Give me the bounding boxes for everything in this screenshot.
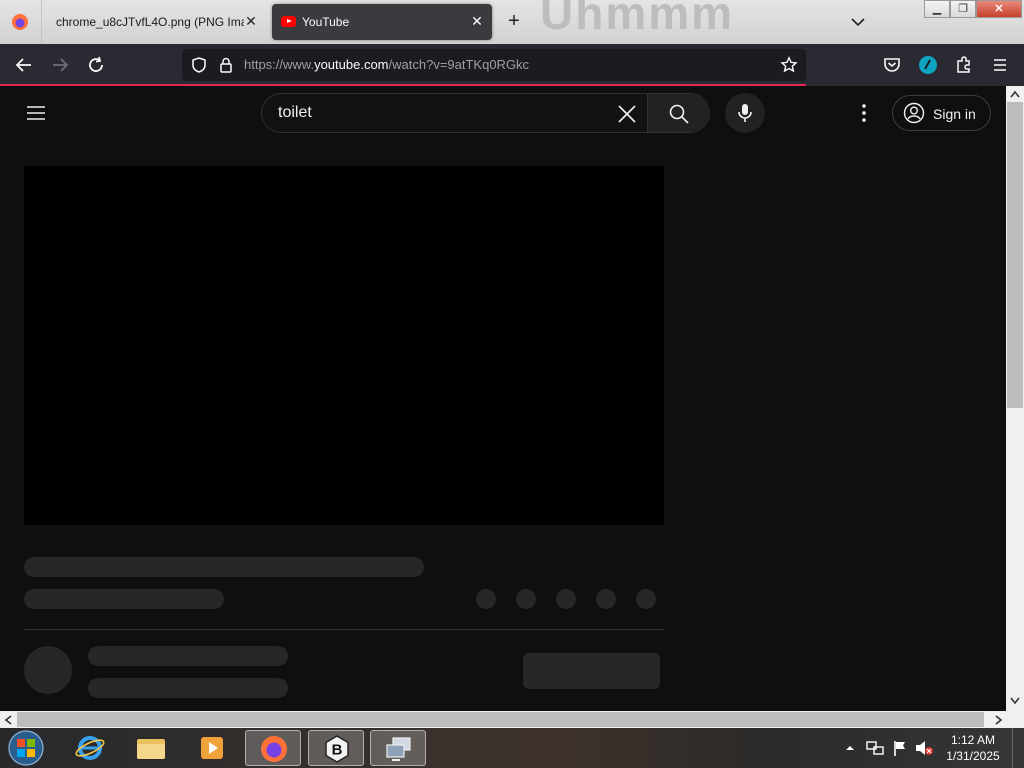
subscribe-placeholder <box>523 653 660 689</box>
folder-icon <box>137 739 165 759</box>
sign-in-button[interactable]: Sign in <box>892 95 991 131</box>
horizontal-scrollbar[interactable] <box>0 711 1006 728</box>
network-icon[interactable] <box>866 740 884 756</box>
scrollbar-corner <box>1006 711 1024 728</box>
tab-label: chrome_u8cJTvfL4O.png (PNG Image <box>56 15 244 29</box>
action-center-flag-icon[interactable] <box>892 739 908 757</box>
firefox-view-button[interactable] <box>0 0 42 44</box>
start-button-icon[interactable] <box>6 729 46 767</box>
scroll-right-icon[interactable] <box>995 715 1003 725</box>
youtube-masthead: Sign in <box>0 86 1006 140</box>
lock-icon[interactable] <box>217 56 235 74</box>
taskbar-remote-desktop[interactable] <box>370 730 426 766</box>
close-tab-icon[interactable]: ✕ <box>244 14 258 28</box>
extensions-puzzle-icon[interactable] <box>952 53 976 77</box>
forward-arrow-icon[interactable] <box>48 53 72 77</box>
voice-search-button[interactable] <box>725 93 765 133</box>
restore-button[interactable]: ❐ <box>950 0 976 18</box>
search-input[interactable] <box>278 94 608 132</box>
windows-taskbar: B 1:12 AM 1/31/2025 <box>0 728 1024 768</box>
show-hidden-icons-icon[interactable] <box>844 743 856 753</box>
media-player-icon <box>201 737 223 759</box>
action-placeholder <box>516 589 536 609</box>
svg-text:B: B <box>332 742 343 759</box>
scroll-left-icon[interactable] <box>4 715 12 725</box>
action-placeholder <box>636 589 656 609</box>
tab-label: YouTube <box>302 15 350 29</box>
scroll-up-icon[interactable] <box>1010 90 1020 98</box>
views-placeholder <box>24 589 224 609</box>
search-box <box>261 93 710 133</box>
microphone-icon <box>738 104 752 122</box>
window-controls: ▁ ❐ ✕ <box>924 0 1022 18</box>
firefox-icon <box>12 14 28 30</box>
url-domain: youtube.com <box>314 57 389 72</box>
channel-name-placeholder <box>88 646 288 666</box>
navigation-toolbar: https://www.youtube.com/watch?v=9atTKq0R… <box>0 44 1024 86</box>
search-icon <box>669 104 689 124</box>
title-placeholder <box>24 557 424 577</box>
back-arrow-icon[interactable] <box>12 53 36 77</box>
horizontal-scroll-thumb[interactable] <box>17 712 984 727</box>
account-icon[interactable] <box>916 53 940 77</box>
address-bar[interactable]: https://www.youtube.com/watch?v=9atTKq0R… <box>182 49 806 81</box>
action-placeholder <box>556 589 576 609</box>
url-prefix: https://www. <box>244 57 315 72</box>
more-options-icon[interactable] <box>854 102 874 124</box>
remote-desktop-icon <box>386 737 411 761</box>
system-clock[interactable]: 1:12 AM 1/31/2025 <box>938 732 1008 764</box>
new-tab-button[interactable]: + <box>503 10 525 32</box>
taskbar-internet-explorer[interactable] <box>62 730 118 766</box>
close-window-button[interactable]: ✕ <box>976 0 1022 18</box>
vertical-scroll-thumb[interactable] <box>1007 102 1023 408</box>
taskbar-b-app[interactable]: B <box>308 730 364 766</box>
show-desktop-button[interactable] <box>1012 728 1024 768</box>
volume-muted-icon[interactable] <box>914 739 934 757</box>
divider <box>24 629 664 630</box>
action-placeholder <box>596 589 616 609</box>
tab-strip: Uhmmm chrome_u8cJTvfL4O.png (PNG Image ✕… <box>0 0 1024 44</box>
list-all-tabs-icon[interactable] <box>848 12 868 32</box>
bookmark-star-icon[interactable] <box>780 56 798 74</box>
hamburger-menu-icon[interactable] <box>988 53 1012 77</box>
video-player[interactable] <box>24 166 664 525</box>
close-tab-icon[interactable]: ✕ <box>470 14 484 28</box>
youtube-page: Sign in <box>0 86 1006 711</box>
scroll-down-icon[interactable] <box>1010 697 1020 705</box>
taskbar-media-player[interactable] <box>184 730 240 766</box>
shield-icon[interactable] <box>190 56 208 74</box>
reload-icon[interactable] <box>84 53 108 77</box>
taskbar-firefox[interactable] <box>245 730 301 766</box>
pocket-icon[interactable] <box>880 53 904 77</box>
background-window-text: Uhmmm <box>540 0 735 39</box>
url-text: https://www.youtube.com/watch?v=9atTKq0R… <box>244 57 529 72</box>
url-path: /watch?v=9atTKq0RGkc <box>388 57 530 72</box>
clock-time: 1:12 AM <box>950 733 996 747</box>
internet-explorer-icon <box>75 736 105 760</box>
firefox-icon <box>261 736 287 762</box>
tab-png-image[interactable]: chrome_u8cJTvfL4O.png (PNG Image ✕ <box>44 4 266 40</box>
tab-youtube[interactable]: YouTube ✕ <box>272 4 492 40</box>
search-button[interactable] <box>647 94 710 132</box>
guide-menu-icon[interactable] <box>24 101 48 125</box>
sign-in-label: Sign in <box>933 106 976 122</box>
clock-date: 1/31/2025 <box>946 749 1000 763</box>
vertical-scrollbar[interactable] <box>1006 86 1024 711</box>
youtube-favicon-icon <box>281 16 296 27</box>
channel-avatar-placeholder <box>24 646 72 694</box>
b-app-icon: B <box>325 735 349 763</box>
action-placeholder <box>476 589 496 609</box>
clear-search-icon[interactable] <box>616 103 638 125</box>
subscribers-placeholder <box>88 678 288 698</box>
taskbar-file-explorer[interactable] <box>123 730 179 766</box>
user-avatar-icon <box>903 102 925 124</box>
minimize-button[interactable]: ▁ <box>924 0 950 18</box>
